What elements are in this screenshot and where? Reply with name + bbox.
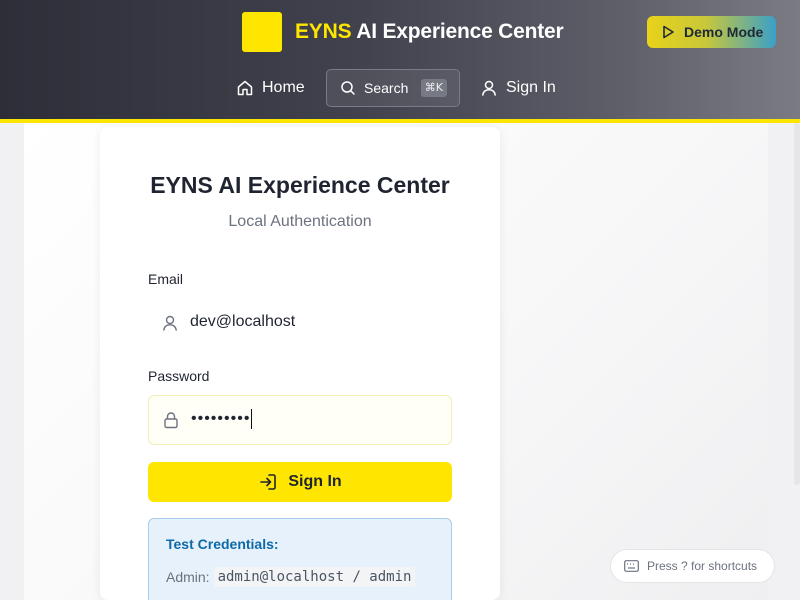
login-title: EYNS AI Experience Center (150, 172, 450, 198)
password-field[interactable]: ••••••••• (148, 395, 452, 445)
brand-title: EYNS AI Experience Center (295, 20, 564, 44)
sign-in-icon (260, 474, 277, 490)
text-caret (251, 409, 253, 429)
home-icon (237, 80, 253, 96)
admin-credentials-label: Admin: (166, 569, 210, 585)
demo-mode-button[interactable]: Demo Mode (647, 16, 776, 48)
admin-credentials-line: Admin: admin@localhost / admin (166, 567, 416, 587)
email-input[interactable] (190, 298, 440, 346)
shortcuts-hint-label: Press ? for shortcuts (647, 559, 758, 573)
brand-logo (242, 12, 282, 52)
login-subtitle: Local Authentication (228, 213, 372, 230)
nav-search-button[interactable]: Search ⌘K (326, 69, 460, 107)
test-credentials-box: Test Credentials: Admin: admin@localhost… (148, 518, 452, 600)
password-input[interactable]: ••••••••• (191, 409, 253, 429)
app-header: EYNS AI Experience Center Demo Mode Home… (0, 0, 800, 123)
email-field[interactable] (148, 298, 452, 348)
user-icon (163, 315, 177, 331)
email-label: Email (148, 271, 184, 287)
sign-in-button-label: Sign In (288, 473, 342, 490)
test-credentials-title: Test Credentials: (166, 536, 279, 552)
sign-in-button[interactable]: Sign In (148, 462, 452, 502)
shortcuts-hint[interactable]: Press ? for shortcuts (610, 549, 775, 583)
page-scrollbar[interactable] (794, 123, 800, 485)
lock-icon (164, 412, 178, 429)
play-icon (663, 25, 674, 39)
main-nav: Home Search ⌘K Sign In (0, 69, 800, 107)
brand[interactable]: EYNS AI Experience Center (242, 12, 564, 52)
password-label: Password (148, 368, 210, 384)
password-mask: ••••••••• (191, 410, 251, 427)
nav-sign-in[interactable]: Sign In (480, 69, 556, 107)
nav-home-label: Home (262, 79, 305, 96)
keyboard-icon (624, 560, 639, 572)
admin-credentials-value: admin@localhost / admin (213, 567, 416, 587)
search-shortcut-kbd: ⌘K (420, 79, 447, 97)
nav-home[interactable]: Home (236, 69, 305, 107)
search-icon (341, 81, 355, 95)
demo-mode-label: Demo Mode (684, 24, 764, 40)
nav-sign-in-label: Sign In (506, 79, 556, 96)
user-icon (482, 80, 496, 96)
nav-search-label: Search (364, 80, 409, 96)
brand-title-accent: EYNS (295, 20, 352, 43)
brand-title-rest: AI Experience Center (356, 20, 564, 43)
